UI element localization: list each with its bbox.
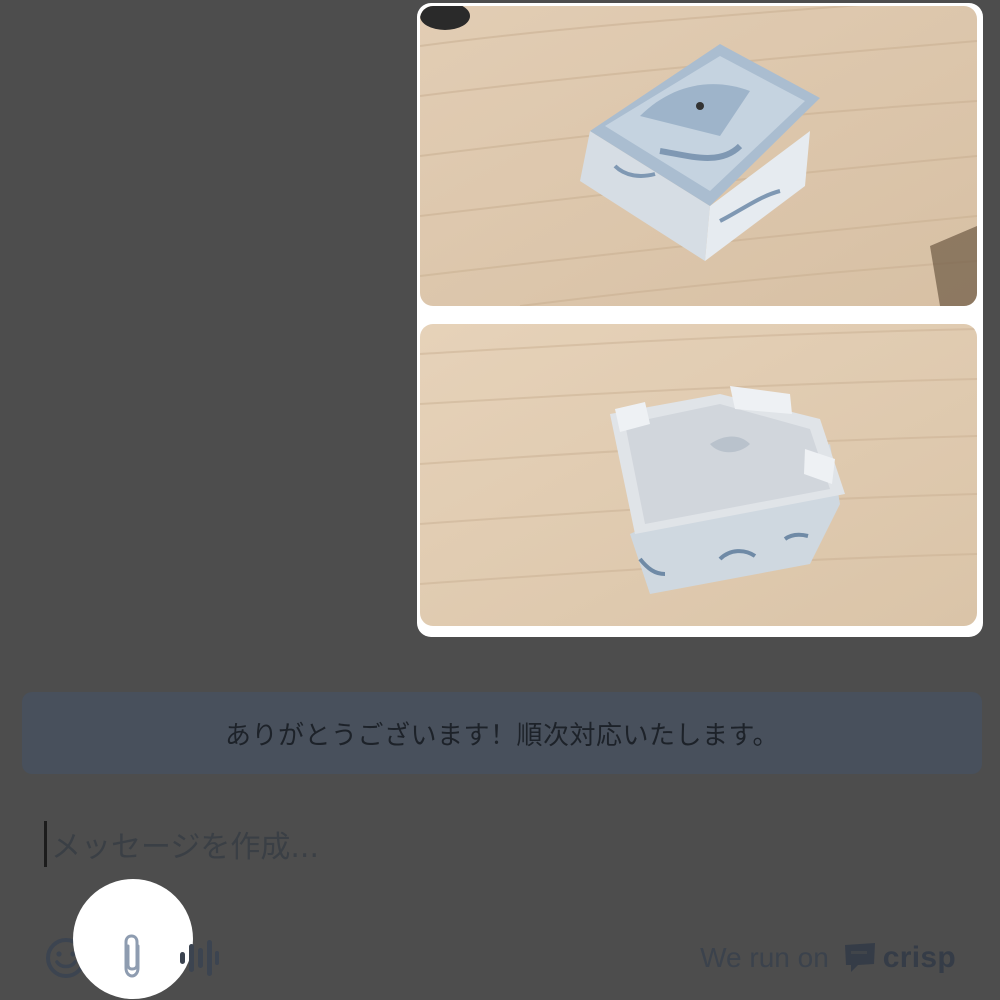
attachment-photo-2[interactable]: [420, 324, 977, 626]
image-attachment-card[interactable]: [417, 3, 983, 637]
powered-by-crisp[interactable]: We run on crisp: [700, 934, 956, 982]
paperclip-icon: [124, 934, 140, 978]
operator-message-text: ありがとうございます！順次対応いたします。: [225, 720, 779, 751]
voice-message-button[interactable]: [176, 936, 222, 980]
chat-window: ありがとうございます！順次対応いたします。 メッセージを作成... We run…: [0, 0, 1000, 1000]
attach-file-button[interactable]: [110, 930, 154, 984]
powered-by-text: We run on: [700, 942, 829, 973]
microphone-waveform-icon: [180, 940, 219, 976]
attachment-photo-1[interactable]: [420, 6, 977, 306]
crisp-chat-bubble-icon: [844, 943, 875, 972]
photo-ceramic-box-top: [420, 324, 977, 626]
composer-placeholder[interactable]: メッセージを作成...: [51, 822, 319, 866]
crisp-brand-name: crisp: [882, 941, 956, 974]
operator-message-bubble: ありがとうございます！順次対応いたします。: [22, 692, 982, 774]
text-caret: [44, 821, 47, 867]
message-composer[interactable]: メッセージを作成...: [44, 816, 944, 872]
crisp-brand[interactable]: crisp: [843, 941, 956, 975]
photo-ceramic-box-side: [420, 6, 977, 306]
